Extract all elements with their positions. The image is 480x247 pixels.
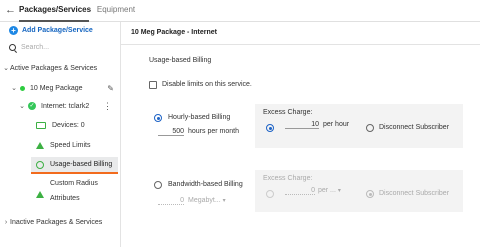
excess-charge-label: Excess Charge: bbox=[263, 175, 313, 182]
bandwidth-excess-input[interactable]: 0 bbox=[285, 187, 315, 195]
tree-internet[interactable]: ⌄ ✓ Internet: tclark2 ⋮ bbox=[18, 102, 120, 111]
sidebar-item-custom-radius[interactable]: Custom Radius Attributes bbox=[36, 180, 98, 206]
disable-limits-label: Disable limits on this service. bbox=[162, 81, 252, 88]
disconnect-label: Disconnect Subscriber bbox=[379, 124, 450, 131]
warning-icon bbox=[36, 191, 44, 198]
bandwidth-excess-unit-select[interactable]: per ... ▾ bbox=[318, 187, 341, 194]
chevron-down-icon: ▾ bbox=[337, 188, 341, 194]
hourly-billing-radio[interactable] bbox=[154, 114, 162, 122]
chevron-down-icon: ⌄ bbox=[3, 65, 9, 72]
hourly-excess-charge-radio[interactable] bbox=[266, 124, 274, 132]
bandwidth-disconnect-radio[interactable] bbox=[366, 190, 374, 198]
plus-circle-icon: + bbox=[9, 26, 18, 35]
chevron-down-icon: ⌄ bbox=[11, 85, 17, 92]
kebab-menu-icon[interactable]: ⋮ bbox=[103, 102, 112, 111]
bandwidth-excess-panel: Excess Charge: 0 per ... ▾ Disconnect Su… bbox=[255, 170, 463, 212]
excess-charge-unit: per hour bbox=[323, 121, 350, 128]
tab-equipment[interactable]: Equipment bbox=[93, 0, 139, 20]
sidebar-item-usage-billing[interactable]: Usage-based Billing bbox=[31, 157, 118, 172]
main-header: 10 Meg Package - Internet bbox=[121, 22, 480, 45]
search-icon bbox=[9, 44, 16, 51]
arrow-left-icon[interactable]: ← bbox=[5, 3, 16, 17]
inactive-section-label: Inactive Packages & Services bbox=[10, 219, 103, 226]
usage-billing-label: Usage-based Billing bbox=[50, 161, 113, 168]
ring-icon bbox=[36, 160, 44, 169]
excess-charge-input[interactable]: 10 bbox=[285, 121, 319, 129]
warning-icon bbox=[36, 142, 44, 149]
page-title: 10 Meg Package - Internet bbox=[131, 29, 217, 36]
chevron-down-icon: ▾ bbox=[222, 198, 226, 204]
active-section-label: Active Packages & Services bbox=[10, 64, 98, 72]
hourly-excess-panel: Excess Charge: 10 per hour Disconnect Su… bbox=[255, 104, 463, 148]
internet-label: Internet: tclark2 bbox=[41, 102, 90, 110]
search-input[interactable]: Search... bbox=[9, 44, 49, 51]
package-label: 10 Meg Package bbox=[30, 84, 83, 92]
chevron-right-icon: › bbox=[4, 219, 8, 226]
search-placeholder: Search... bbox=[21, 44, 50, 51]
hours-unit: hours per month bbox=[188, 128, 239, 135]
bandwidth-input[interactable]: 0 bbox=[158, 197, 184, 205]
hourly-billing-label: Hourly-based Billing bbox=[168, 114, 231, 121]
top-tab-bar: ← Packages/Services Equipment bbox=[0, 0, 480, 22]
speed-limits-label: Speed Limits bbox=[50, 142, 91, 149]
bandwidth-unit-label: Megabyt... bbox=[188, 197, 221, 204]
pencil-icon[interactable]: ✎ bbox=[107, 84, 114, 93]
check-circle-icon: ✓ bbox=[28, 102, 36, 110]
add-label: Add Package/Service bbox=[22, 27, 93, 34]
bandwidth-excess-unit: per ... bbox=[318, 187, 336, 194]
tab-packages-services[interactable]: Packages/Services bbox=[19, 0, 91, 22]
custom-radius-label: Custom Radius bbox=[50, 180, 98, 187]
devices-label: Devices: 0 bbox=[52, 122, 85, 129]
custom-radius-label-2: Attributes bbox=[50, 195, 80, 202]
section-title: Usage-based Billing bbox=[149, 57, 212, 64]
sidebar: + Add Package/Service Search... ⌄ Active… bbox=[0, 22, 121, 247]
tree-package[interactable]: ⌄ 10 Meg Package ✎ bbox=[10, 84, 120, 93]
add-package-service-button[interactable]: + Add Package/Service bbox=[9, 26, 93, 35]
status-dot-icon bbox=[20, 85, 25, 91]
bandwidth-disconnect-label: Disconnect Subscriber bbox=[379, 190, 450, 197]
excess-charge-label: Excess Charge: bbox=[263, 109, 313, 116]
bandwidth-unit-select[interactable]: Megabyt... ▾ bbox=[188, 197, 226, 204]
chevron-down-icon: ⌄ bbox=[19, 103, 25, 110]
disable-limits-checkbox[interactable] bbox=[149, 81, 157, 89]
bandwidth-billing-label: Bandwidth-based Billing bbox=[168, 181, 243, 188]
bandwidth-excess-charge-radio[interactable] bbox=[266, 190, 274, 198]
tree-active-section[interactable]: ⌄ Active Packages & Services bbox=[2, 64, 98, 73]
selected-underline bbox=[31, 172, 118, 174]
hourly-disconnect-radio[interactable] bbox=[366, 124, 374, 132]
bandwidth-billing-radio[interactable] bbox=[154, 181, 162, 189]
device-icon bbox=[36, 122, 46, 129]
hours-input[interactable]: 500 bbox=[158, 128, 184, 136]
sidebar-item-devices[interactable]: Devices: 0 bbox=[36, 122, 85, 129]
sidebar-item-speed-limits[interactable]: Speed Limits bbox=[36, 142, 90, 149]
tree-inactive-section[interactable]: › Inactive Packages & Services bbox=[2, 219, 102, 226]
